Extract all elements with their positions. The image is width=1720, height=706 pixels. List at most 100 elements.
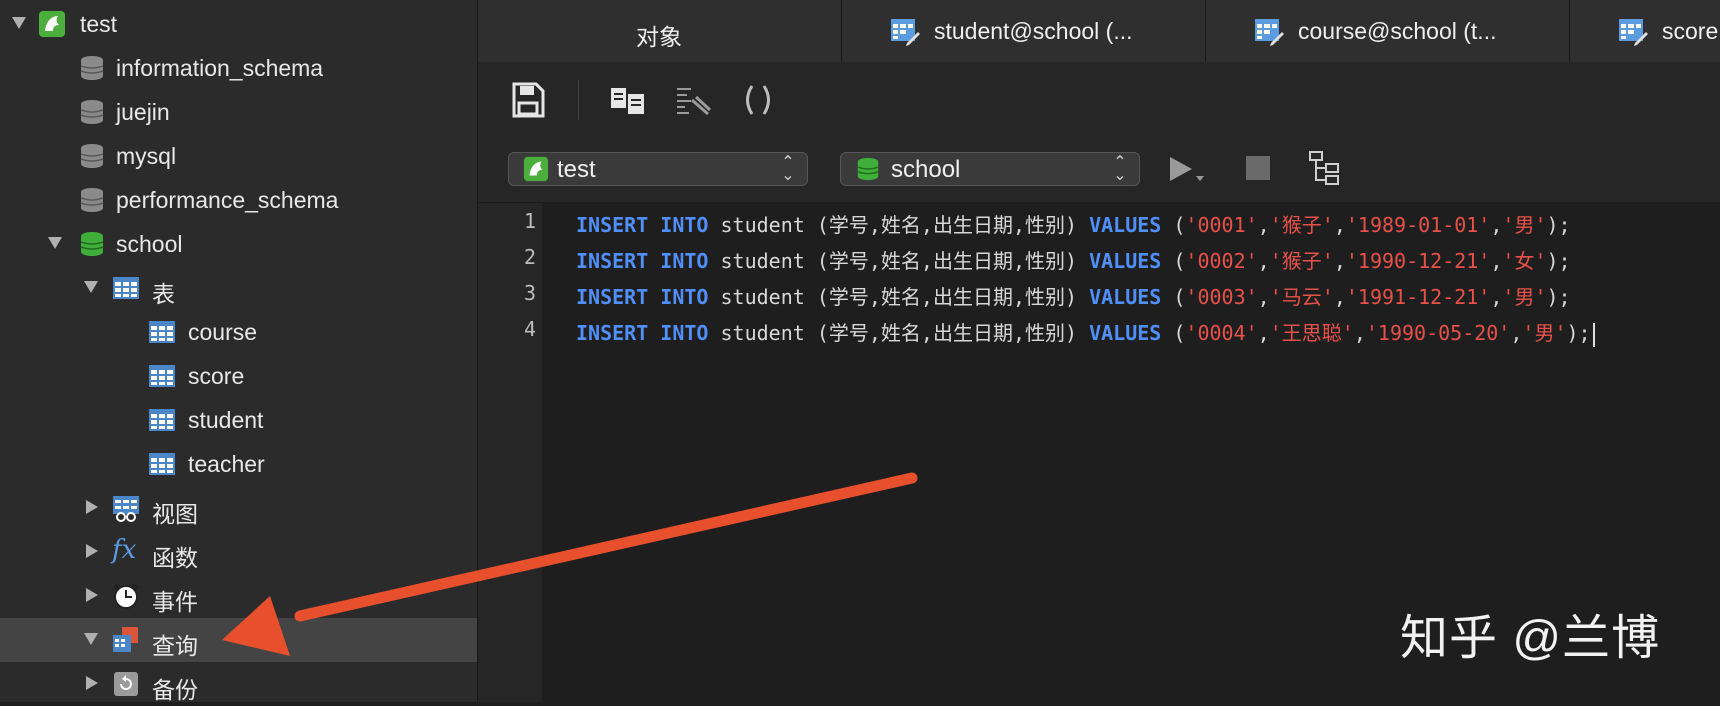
sql-text: ( (1161, 213, 1186, 237)
tree-group-queries[interactable]: 查询 (0, 618, 477, 662)
code-line[interactable]: INSERT INTO student (学号,姓名,出生日期,性别) VALU… (576, 245, 1571, 274)
table-edit-icon (1619, 19, 1648, 46)
tree-label-db: school (116, 231, 183, 257)
database-gray-icon (80, 144, 104, 168)
sql-keyword: INSERT INTO (576, 213, 709, 237)
disclosure-open-icon[interactable] (12, 17, 26, 29)
query-builder-icon[interactable] (608, 80, 648, 120)
sql-text: student (学号,姓名,出生日期,性别) (708, 285, 1090, 309)
connection-select[interactable]: test ⌃ ⌄ (508, 152, 808, 186)
tree-group-events[interactable]: 事件 (0, 574, 477, 618)
table-icon (149, 365, 175, 387)
sql-string: '猴子' (1269, 249, 1334, 273)
database-gray-icon (80, 56, 104, 80)
explain-icon[interactable] (1308, 150, 1344, 186)
disclosure-closed-icon[interactable] (86, 500, 98, 514)
sql-text: ); (1566, 321, 1591, 345)
sql-text: , (1490, 285, 1503, 309)
tree-label-table: student (188, 407, 264, 433)
function-icon: fx (112, 535, 137, 565)
tree-table-teacher[interactable]: teacher (0, 442, 477, 486)
table-icon (149, 453, 175, 475)
code-line[interactable]: INSERT INTO student (学号,姓名,出生日期,性别) VALU… (576, 317, 1595, 347)
sql-string: '1991-12-21' (1345, 285, 1491, 309)
sql-text: student (学号,姓名,出生日期,性别) (708, 321, 1090, 345)
sql-keyword: VALUES (1089, 321, 1162, 345)
disclosure-open-icon[interactable] (84, 281, 98, 293)
disclosure-closed-icon[interactable] (86, 544, 98, 558)
sql-string: '1989-01-01' (1345, 213, 1491, 237)
watermark-text: 知乎 @兰博 (1400, 612, 1661, 665)
code-line[interactable]: INSERT INTO student (学号,姓名,出生日期,性别) VALU… (576, 281, 1571, 310)
save-icon[interactable] (508, 80, 548, 120)
sql-string: '0001' (1185, 213, 1258, 237)
tree-label-table: teacher (188, 451, 265, 477)
tree-group-functions[interactable]: fx 函数 (0, 530, 477, 574)
disclosure-open-icon[interactable] (84, 633, 98, 645)
query-icon (113, 627, 138, 652)
tree-group-backups[interactable]: 备份 (0, 662, 477, 706)
tab-label: student@school (... (934, 18, 1133, 44)
sql-text: , (1333, 249, 1346, 273)
tree-db-school[interactable]: school (0, 222, 477, 266)
sql-text: , (1257, 321, 1270, 345)
tab-objects[interactable]: 对象 (478, 0, 842, 62)
tab-bar: 对象 student@school (... course@school (t.… (478, 0, 1720, 63)
tree-connection-test[interactable]: test (0, 2, 477, 46)
database-select-value: school (891, 156, 961, 183)
tree-table-score[interactable]: score (0, 354, 477, 398)
tree-label-group: 函数 (152, 545, 198, 571)
alarm-clock-icon (114, 584, 138, 609)
sql-text: , (1333, 285, 1346, 309)
tree-label-group: 事件 (152, 589, 198, 615)
parentheses-icon[interactable] (738, 80, 778, 120)
tab-label: 对象 (636, 24, 682, 50)
sql-string: '男' (1502, 213, 1547, 237)
disclosure-open-icon[interactable] (48, 237, 62, 249)
tab-score[interactable]: score (1570, 0, 1720, 62)
tree-label-db: juejin (116, 99, 170, 125)
sql-keyword: VALUES (1089, 213, 1162, 237)
table-edit-icon (891, 19, 920, 46)
selector-bar: test ⌃ ⌄ school ⌃ ⌄ (478, 136, 1720, 203)
table-icon (113, 277, 139, 299)
tree-table-course[interactable]: course (0, 310, 477, 354)
tab-student-school[interactable]: student@school (... (842, 0, 1206, 62)
tree-db-juejin[interactable]: juejin (0, 90, 477, 134)
sql-text: , (1257, 285, 1270, 309)
sql-text: ( (1161, 285, 1186, 309)
sql-keyword: INSERT INTO (576, 321, 709, 345)
disclosure-closed-icon[interactable] (86, 676, 98, 690)
tree-label-group: 表 (152, 281, 175, 307)
beautify-sql-icon[interactable] (674, 80, 714, 120)
dolphin-icon (39, 11, 65, 37)
sql-string: '0002' (1185, 249, 1258, 273)
sql-string: '马云' (1269, 285, 1334, 309)
view-icon (113, 496, 139, 522)
code-line[interactable]: INSERT INTO student (学号,姓名,出生日期,性别) VALU… (576, 209, 1571, 238)
line-number: 1 (523, 209, 536, 233)
tree-db-performance-schema[interactable]: performance_schema (0, 178, 477, 222)
tree-db-information-schema[interactable]: information_schema (0, 46, 477, 90)
sql-text: ); (1546, 249, 1571, 273)
database-select[interactable]: school ⌃ ⌄ (840, 152, 1140, 186)
tree-table-student[interactable]: student (0, 398, 477, 442)
tree-db-mysql[interactable]: mysql (0, 134, 477, 178)
sql-keyword: VALUES (1089, 249, 1162, 273)
sql-text: , (1490, 213, 1503, 237)
tree-group-views[interactable]: 视图 (0, 486, 477, 530)
tree-label-table: score (188, 363, 245, 389)
run-icon[interactable] (1166, 154, 1210, 186)
sql-text: ( (1161, 321, 1186, 345)
tab-label: score (1662, 18, 1719, 44)
tab-course-school[interactable]: course@school (t... (1206, 0, 1570, 62)
sql-text: , (1490, 249, 1503, 273)
disclosure-closed-icon[interactable] (86, 588, 98, 602)
tree-group-tables[interactable]: 表 (0, 266, 477, 310)
database-green-icon (80, 232, 104, 256)
connection-select-value: test (557, 156, 596, 183)
sql-string: '男' (1502, 285, 1547, 309)
tree-label-group: 查询 (152, 633, 198, 659)
stop-icon[interactable] (1246, 156, 1270, 180)
sql-keyword: VALUES (1089, 285, 1162, 309)
